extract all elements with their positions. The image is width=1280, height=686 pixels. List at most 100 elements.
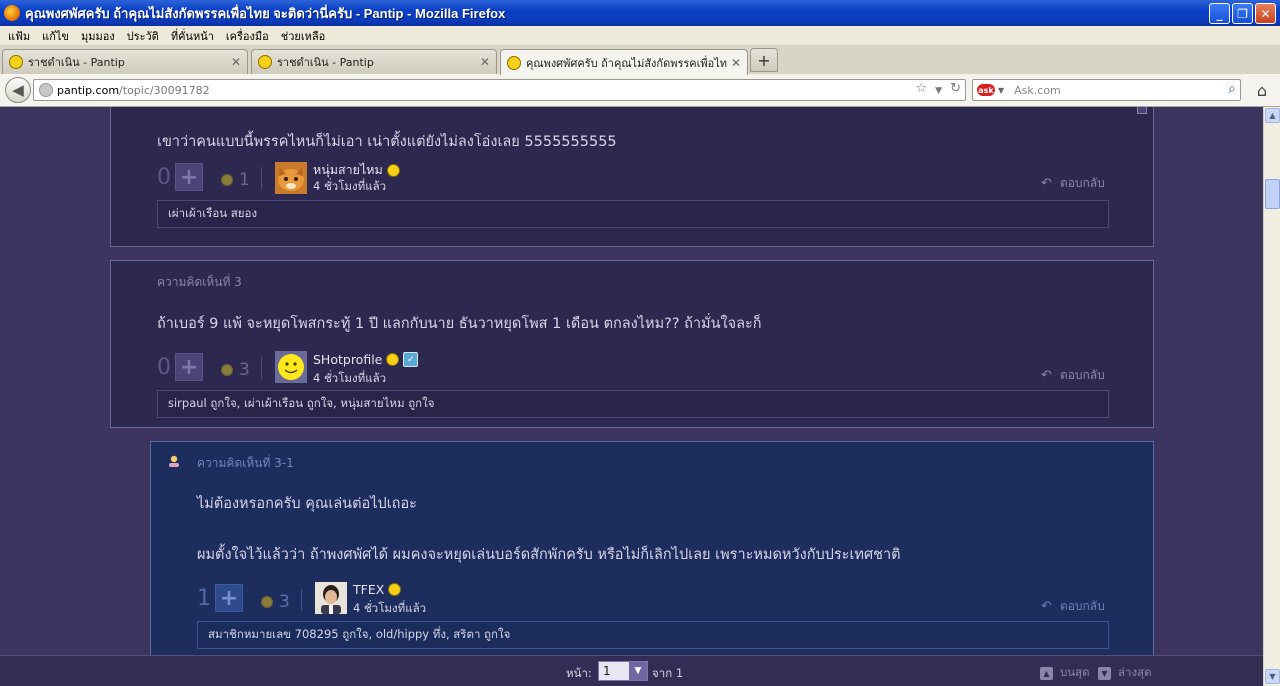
window-title: คุณพงศพัศครับ ถ้าคุณไม่สังกัดพรรคเพื่อไท… bbox=[25, 5, 506, 21]
divider bbox=[261, 357, 262, 379]
vote-plus-button[interactable]: + bbox=[215, 584, 243, 612]
home-icon[interactable]: ⌂ bbox=[1250, 79, 1274, 101]
report-icon[interactable] bbox=[1137, 107, 1147, 114]
restore-button[interactable]: ❐ bbox=[1232, 3, 1253, 24]
url-bar[interactable]: pantip.com /topic/30091782 ☆ ▼ ↻ bbox=[33, 79, 966, 101]
minimize-button[interactable]: _ bbox=[1209, 3, 1230, 24]
menu-file[interactable]: แฟ้ม bbox=[8, 27, 30, 45]
likes-summary[interactable]: สมาชิกหมายเลข 708295 ถูกใจ, old/hippy ทึ… bbox=[197, 621, 1109, 649]
vote-count: 0 bbox=[157, 164, 171, 190]
divider bbox=[301, 589, 302, 611]
user-name[interactable]: SHotprofile bbox=[313, 352, 382, 367]
likes-summary[interactable]: เผ่าเผ้าเรือน สยอง bbox=[157, 200, 1109, 228]
firefox-icon bbox=[4, 5, 20, 21]
user-avatar[interactable] bbox=[315, 582, 347, 614]
pager-bar: หน้า: 1 ▼ จาก 1 ▲ บนสุด ▼ ล่างสุด bbox=[0, 655, 1263, 686]
menu-help[interactable]: ช่วยเหลือ bbox=[281, 27, 325, 45]
vote-count: 0 bbox=[157, 354, 171, 380]
scroll-up-arrow-icon[interactable]: ▲ bbox=[1265, 108, 1280, 123]
page-total: จาก 1 bbox=[652, 666, 684, 680]
comment-body-line-1: ไม่ต้องหรอกครับ คุณเล่นต่อไปเถอะ bbox=[197, 496, 417, 512]
comment-card: ความคิดเห็นที่ 3 ถ้าเบอร์ 9 แพ้ จะหยุดโพ… bbox=[110, 260, 1154, 428]
page-scrollbar[interactable]: ▲ ▼ bbox=[1263, 107, 1280, 686]
site-identity-icon[interactable] bbox=[39, 83, 53, 97]
divider bbox=[261, 167, 262, 189]
reply-card: ความคิดเห็นที่ 3-1 ไม่ต้องหรอกครับ คุณเล… bbox=[150, 441, 1154, 681]
member-smile-icon bbox=[386, 353, 400, 366]
scroll-top-label: บนสุด bbox=[1060, 665, 1090, 679]
reply-button[interactable]: ↶ ตอบกลับ bbox=[1041, 597, 1105, 616]
chevron-down-icon: ▼ bbox=[629, 662, 647, 680]
pantip-favicon-icon bbox=[507, 55, 521, 70]
url-dropdown-icon[interactable]: ▼ bbox=[935, 81, 942, 101]
new-tab-button[interactable]: + bbox=[750, 48, 778, 72]
emotion-count: 3 bbox=[239, 360, 250, 380]
tab-3-active[interactable]: คุณพงศพัศครับ ถ้าคุณไม่สังกัดพรรคเพื่อไท… bbox=[500, 49, 748, 75]
member-smile-icon bbox=[388, 583, 402, 596]
back-button[interactable]: ◀ bbox=[5, 77, 31, 103]
tab-label: ราชดำเนิน - Pantip bbox=[277, 56, 374, 69]
user-name[interactable]: TFEX bbox=[353, 582, 384, 597]
reload-icon[interactable]: ↻ bbox=[950, 81, 961, 101]
menu-tools[interactable]: เครื่องมือ bbox=[226, 27, 269, 45]
menu-view[interactable]: มุมมอง bbox=[81, 27, 115, 45]
emotion-icon[interactable] bbox=[261, 596, 273, 608]
user-name-row: SHotprofile ✓ bbox=[313, 352, 419, 367]
navigation-bar: ◀ pantip.com /topic/30091782 ☆ ▼ ↻ ask ▼… bbox=[0, 74, 1280, 107]
user-avatar[interactable] bbox=[275, 162, 307, 194]
menu-edit[interactable]: แก้ไข bbox=[42, 27, 69, 45]
emotion-icon[interactable] bbox=[221, 364, 233, 376]
user-name-row: หนุ่มสายไหม bbox=[313, 160, 400, 180]
pantip-favicon-icon bbox=[258, 55, 272, 69]
reply-user-icon bbox=[169, 455, 179, 467]
search-icon[interactable]: ⌕ bbox=[1228, 81, 1236, 97]
tab-2[interactable]: ราชดำเนิน - Pantip ✕ bbox=[251, 49, 497, 74]
url-path: /topic/30091782 bbox=[119, 83, 210, 97]
comment-time: 4 ชั่วโมงที่แล้ว bbox=[313, 371, 387, 385]
vote-count: 1 bbox=[197, 585, 211, 611]
page-select[interactable]: 1 ▼ bbox=[598, 661, 648, 681]
tab-close-icon[interactable]: ✕ bbox=[231, 55, 241, 69]
engine-dropdown-icon[interactable]: ▼ bbox=[998, 86, 1004, 95]
comment-body: เขาว่าคนแบบนี้พรรคไหนก็ไม่เอา เน่าตั้งแต… bbox=[157, 134, 617, 150]
scroll-down-arrow-icon[interactable]: ▼ bbox=[1265, 669, 1280, 684]
comment-body: ถ้าเบอร์ 9 แพ้ จะหยุดโพสกระทู้ 1 ปี แลกก… bbox=[157, 316, 762, 332]
comment-body-line-2: ผมตั้งใจไว้แล้วว่า ถ้าพงศพัศได้ ผมคงจะหย… bbox=[197, 547, 901, 563]
scrollbar-thumb[interactable] bbox=[1265, 179, 1280, 209]
user-name[interactable]: หนุ่มสายไหม bbox=[313, 160, 383, 180]
reply-arrow-icon: ↶ bbox=[1041, 176, 1052, 191]
menu-bookmarks[interactable]: ที่คั่นหน้า bbox=[171, 27, 214, 45]
search-bar[interactable]: ask ▼ Ask.com ⌕ bbox=[972, 79, 1241, 101]
user-avatar[interactable] bbox=[275, 351, 307, 383]
emotion-icon[interactable] bbox=[221, 174, 233, 186]
tab-close-icon[interactable]: ✕ bbox=[731, 56, 741, 70]
scroll-top-button[interactable]: ▲ บนสุด bbox=[1040, 664, 1090, 682]
likes-summary[interactable]: sirpaul ถูกใจ, เผ่าเผ้าเรือน ถูกใจ, หนุ่… bbox=[157, 390, 1109, 418]
scroll-bottom-label: ล่างสุด bbox=[1118, 665, 1152, 679]
emotion-count: 1 bbox=[239, 170, 250, 190]
search-input[interactable]: Ask.com bbox=[1014, 84, 1061, 97]
tab-1[interactable]: ราชดำเนิน - Pantip ✕ bbox=[2, 49, 248, 74]
scroll-bottom-button[interactable]: ▼ ล่างสุด bbox=[1098, 664, 1152, 682]
member-smile-icon bbox=[386, 163, 400, 177]
chevron-up-icon: ▲ bbox=[1040, 666, 1053, 680]
vote-plus-button[interactable]: + bbox=[175, 163, 203, 191]
vote-plus-button[interactable]: + bbox=[175, 353, 203, 381]
comment-number: ความคิดเห็นที่ 3 bbox=[157, 275, 242, 289]
reply-label: ตอบกลับ bbox=[1059, 368, 1105, 382]
chevron-down-icon: ▼ bbox=[1098, 666, 1111, 680]
comment-card: เขาว่าคนแบบนี้พรรคไหนก็ไม่เอา เน่าตั้งแต… bbox=[110, 107, 1154, 247]
emotion-count: 3 bbox=[279, 592, 290, 612]
reply-label: ตอบกลับ bbox=[1059, 176, 1105, 190]
reply-button[interactable]: ↶ ตอบกลับ bbox=[1041, 174, 1105, 193]
close-window-button[interactable]: ✕ bbox=[1255, 3, 1276, 24]
ask-engine-icon[interactable]: ask bbox=[977, 84, 995, 96]
reply-button[interactable]: ↶ ตอบกลับ bbox=[1041, 366, 1105, 385]
bookmark-star-icon[interactable]: ☆ bbox=[916, 81, 928, 101]
comment-time: 4 ชั่วโมงที่แล้ว bbox=[313, 179, 387, 193]
window-titlebar: คุณพงศพัศครับ ถ้าคุณไม่สังกัดพรรคเพื่อไท… bbox=[0, 0, 1280, 26]
menu-history[interactable]: ประวัติ bbox=[127, 27, 159, 45]
tab-close-icon[interactable]: ✕ bbox=[480, 55, 490, 69]
pantip-favicon-icon bbox=[9, 55, 23, 69]
page-select-value: 1 bbox=[603, 664, 611, 678]
